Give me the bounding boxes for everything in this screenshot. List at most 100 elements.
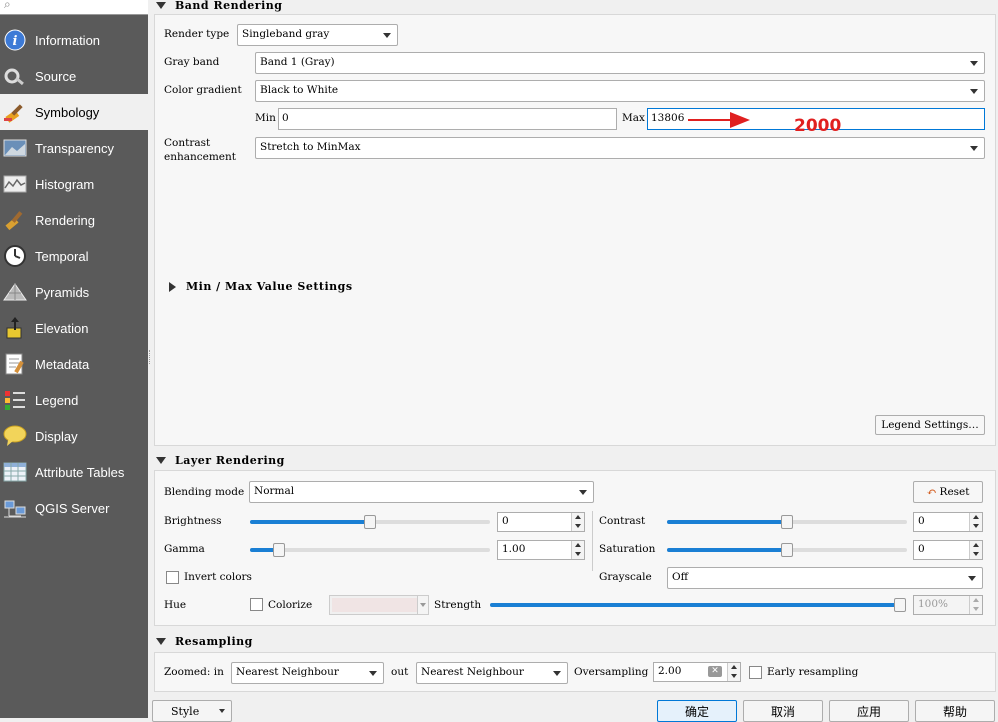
chevron-down-icon: [383, 33, 391, 38]
contrast-slider[interactable]: [667, 515, 907, 529]
strength-label: Strength: [434, 599, 482, 611]
source-icon: [2, 64, 28, 88]
spin-down-icon: [973, 524, 979, 528]
strength-spinbox[interactable]: 100%: [913, 595, 983, 615]
render-type-value: Singleband gray: [242, 28, 330, 40]
cancel-button[interactable]: 取消: [743, 700, 823, 722]
legend-settings-button[interactable]: Legend Settings…: [875, 415, 985, 435]
color-gradient-value: Black to White: [260, 84, 339, 96]
gamma-slider[interactable]: [250, 543, 490, 557]
sidebar-item-attribute-tables[interactable]: Attribute Tables: [0, 454, 148, 490]
oversampling-spinbox[interactable]: 2.00 ✕: [653, 662, 741, 682]
sidebar-item-histogram[interactable]: Histogram: [0, 166, 148, 202]
colorize-checkbox[interactable]: [250, 598, 263, 611]
sidebar-item-source[interactable]: Source: [0, 58, 148, 94]
rendering-icon: [2, 208, 28, 232]
sidebar-item-display[interactable]: Display: [0, 418, 148, 454]
collapse-icon: [156, 638, 166, 645]
color-dropdown[interactable]: [417, 595, 429, 615]
spin-buttons[interactable]: [571, 513, 584, 531]
blending-mode-select[interactable]: Normal: [249, 481, 594, 503]
spin-down-icon: [575, 552, 581, 556]
strength-slider[interactable]: [490, 598, 906, 612]
slider-thumb[interactable]: [364, 515, 376, 529]
slider-thumb[interactable]: [781, 543, 793, 557]
reset-icon: ↶: [926, 485, 937, 499]
sidebar-item-transparency[interactable]: Transparency: [0, 130, 148, 166]
colorize-color-button[interactable]: [329, 595, 427, 615]
sidebar-item-temporal[interactable]: Temporal: [0, 238, 148, 274]
brightness-spinbox[interactable]: 0: [497, 512, 585, 532]
sidebar-item-label: QGIS Server: [35, 500, 110, 516]
spin-buttons[interactable]: [969, 541, 982, 559]
spin-buttons[interactable]: [571, 541, 584, 559]
display-speech-icon: [2, 424, 28, 448]
layer-rendering-header[interactable]: Layer Rendering: [154, 454, 285, 467]
grayscale-select[interactable]: Off: [667, 567, 983, 589]
section-title: Band Rendering: [175, 0, 283, 12]
early-resampling-label: Early resampling: [767, 666, 859, 678]
color-gradient-select[interactable]: Black to White: [255, 80, 985, 102]
saturation-label: Saturation: [599, 543, 656, 555]
slider-fill: [490, 603, 900, 607]
sidebar-item-symbology[interactable]: Symbology: [0, 94, 148, 130]
render-type-select[interactable]: Singleband gray: [237, 24, 398, 46]
sidebar-search-input[interactable]: ⌕: [0, 0, 148, 15]
ok-button[interactable]: 确定: [657, 700, 737, 722]
style-dropdown-button[interactable]: Style: [152, 700, 232, 722]
resampling-group: Zoomed: in Nearest Neighbour out Nearest…: [154, 652, 996, 692]
spin-buttons[interactable]: [969, 596, 982, 614]
brightness-slider[interactable]: [250, 515, 490, 529]
contrast-spinbox[interactable]: 0: [913, 512, 983, 532]
spin-down-icon: [973, 607, 979, 611]
sidebar-item-metadata[interactable]: Metadata: [0, 346, 148, 382]
contrast-value: 0: [918, 515, 925, 527]
spin-buttons[interactable]: [727, 663, 740, 681]
slider-thumb[interactable]: [781, 515, 793, 529]
chevron-down-icon: [968, 576, 976, 581]
sidebar-item-label: Rendering: [35, 212, 95, 228]
spin-buttons[interactable]: [969, 513, 982, 531]
gray-band-select[interactable]: Band 1 (Gray): [255, 52, 985, 74]
saturation-spinbox[interactable]: 0: [913, 540, 983, 560]
slider-fill: [667, 520, 787, 524]
spin-up-icon: [575, 515, 581, 519]
table-icon: [2, 460, 28, 484]
zoomed-in-select[interactable]: Nearest Neighbour: [231, 662, 384, 684]
sidebar-item-qgis-server[interactable]: QGIS Server: [0, 490, 148, 526]
spin-up-icon: [575, 543, 581, 547]
sidebar-item-pyramids[interactable]: Pyramids: [0, 274, 148, 310]
sidebar-item-information[interactable]: i Information: [0, 22, 148, 58]
spin-up-icon: [973, 543, 979, 547]
resampling-header[interactable]: Resampling: [154, 635, 253, 648]
splitter-grip[interactable]: [149, 350, 151, 364]
sidebar-item-label: Histogram: [35, 176, 95, 192]
legend-icon: [2, 388, 28, 412]
reset-button[interactable]: ↶ Reset: [913, 481, 983, 503]
slider-thumb[interactable]: [273, 543, 285, 557]
apply-button[interactable]: 应用: [829, 700, 909, 722]
gamma-spinbox[interactable]: 1.00: [497, 540, 585, 560]
contrast-enhancement-select[interactable]: Stretch to MinMax: [255, 137, 985, 159]
section-title: Resampling: [175, 635, 253, 648]
sidebar-item-label: Display: [35, 428, 78, 444]
sidebar-item-rendering[interactable]: Rendering: [0, 202, 148, 238]
invert-colors-checkbox[interactable]: [166, 571, 179, 584]
gamma-label: Gamma: [164, 543, 205, 555]
min-input[interactable]: 0: [278, 108, 617, 130]
clear-icon[interactable]: ✕: [708, 666, 722, 677]
sidebar-item-elevation[interactable]: Elevation: [0, 310, 148, 346]
color-gradient-label: Color gradient: [164, 84, 242, 96]
help-button[interactable]: 帮助: [915, 700, 995, 722]
minmax-settings-toggle[interactable]: Min / Max Value Settings: [169, 280, 353, 293]
band-rendering-header[interactable]: Band Rendering: [154, 0, 282, 12]
sidebar-item-label: Temporal: [35, 248, 89, 264]
sidebar-item-label: Symbology: [35, 104, 100, 120]
clock-icon: [2, 244, 28, 268]
contrast-label-line1: Contrast: [164, 137, 211, 149]
sidebar-item-legend[interactable]: Legend: [0, 382, 148, 418]
zoomed-out-select[interactable]: Nearest Neighbour: [416, 662, 568, 684]
saturation-slider[interactable]: [667, 543, 907, 557]
early-resampling-checkbox[interactable]: [749, 666, 762, 679]
slider-thumb[interactable]: [894, 598, 906, 612]
